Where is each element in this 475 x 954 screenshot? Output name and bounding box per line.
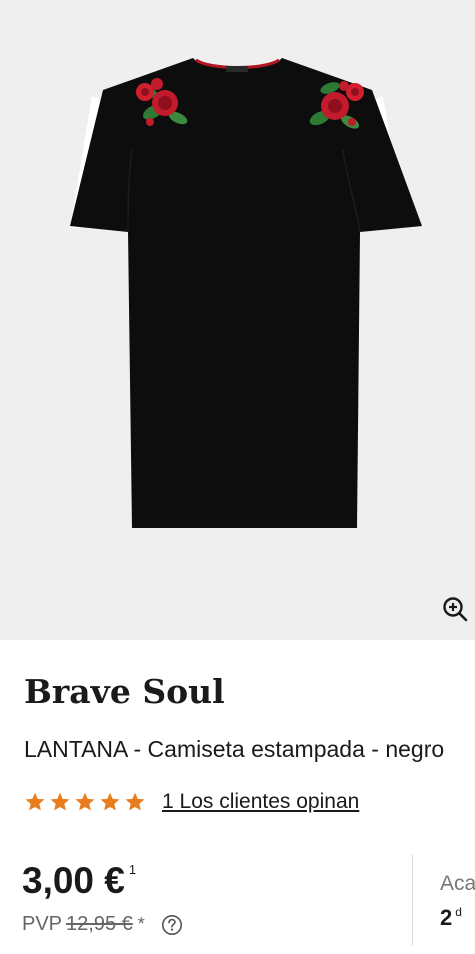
rrp-value: 12,95 € xyxy=(66,913,133,935)
product-image[interactable] xyxy=(0,0,475,640)
star-icon xyxy=(125,792,145,811)
delivery-label: Aca xyxy=(440,872,475,895)
rating-summary: 1 Los clientes opinan xyxy=(24,788,359,816)
price-delivery-divider xyxy=(412,855,413,945)
product-title: LANTANA - Camiseta estampada - negro xyxy=(24,736,445,762)
reviews-link[interactable]: 1 Los clientes opinan xyxy=(162,790,359,814)
help-circle-icon[interactable] xyxy=(161,914,183,936)
price-value: 3,00 € xyxy=(22,860,125,901)
star-icon xyxy=(50,792,70,811)
current-price: 3,00 €1 xyxy=(22,860,136,902)
product-image-gallery[interactable] xyxy=(0,0,475,640)
star-rating xyxy=(24,791,146,813)
star-icon xyxy=(100,792,120,811)
rrp-price: PVP 12,95 € * xyxy=(22,913,183,936)
brand-name[interactable]: Brave Soul xyxy=(24,672,225,711)
star-icon xyxy=(25,792,45,811)
rrp-asterisk: * xyxy=(137,914,145,934)
rrp-label: PVP xyxy=(22,913,63,935)
star-icon xyxy=(75,792,95,811)
delivery-suffix: d xyxy=(455,905,462,919)
delivery-number: 2 xyxy=(440,905,453,930)
zoom-in-icon xyxy=(443,597,468,622)
zoom-button[interactable] xyxy=(438,592,472,626)
price-footnote: 1 xyxy=(128,862,137,877)
delivery-value: 2d xyxy=(440,905,462,931)
